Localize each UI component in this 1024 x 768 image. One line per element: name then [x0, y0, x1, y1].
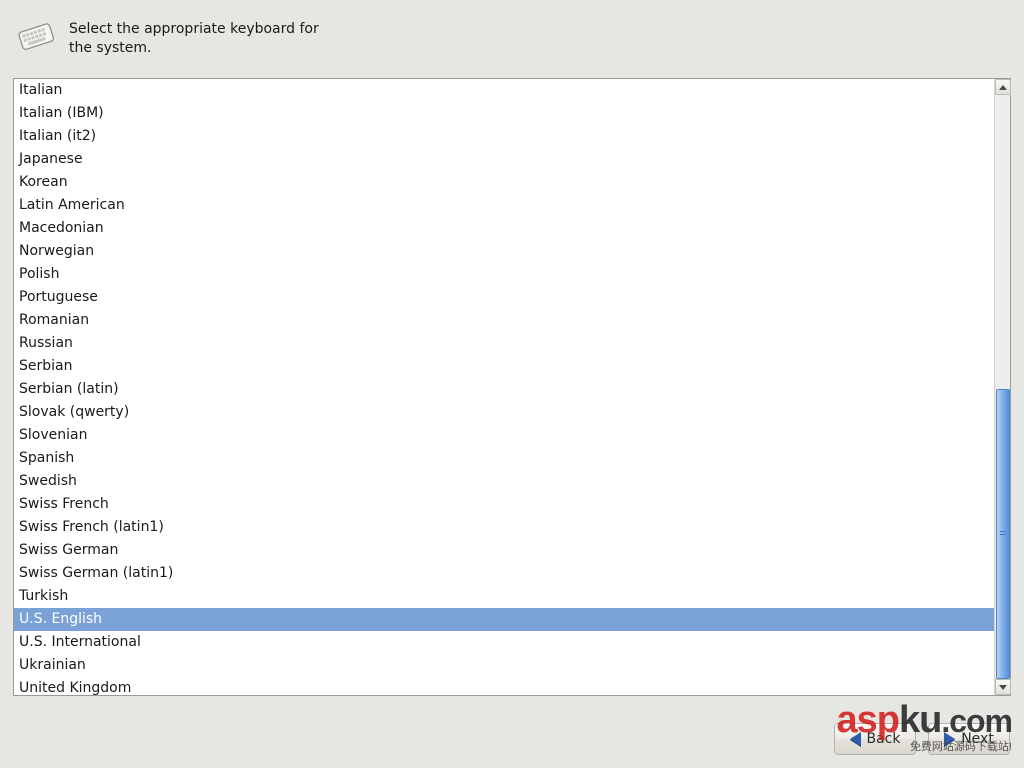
- keyboard-option[interactable]: Swiss French: [14, 493, 994, 516]
- keyboard-option[interactable]: Portuguese: [14, 286, 994, 309]
- keyboard-option[interactable]: Russian: [14, 332, 994, 355]
- arrow-left-icon: [850, 732, 861, 746]
- keyboard-option[interactable]: Korean: [14, 171, 994, 194]
- keyboard-option[interactable]: Latin American: [14, 194, 994, 217]
- keyboard-option[interactable]: Swiss German (latin1): [14, 562, 994, 585]
- keyboard-option-label: Italian (it2): [19, 128, 96, 144]
- keyboard-option[interactable]: Polish: [14, 263, 994, 286]
- keyboard-option-label: U.S. English: [19, 611, 102, 627]
- keyboard-option-label: Swedish: [19, 473, 77, 489]
- keyboard-option[interactable]: Slovak (qwerty): [14, 401, 994, 424]
- keyboard-option[interactable]: Italian: [14, 79, 994, 102]
- keyboard-option-label: Spanish: [19, 450, 74, 466]
- keyboard-option[interactable]: Romanian: [14, 309, 994, 332]
- keyboard-option[interactable]: Serbian (latin): [14, 378, 994, 401]
- keyboard-option-label: Italian (IBM): [19, 105, 104, 121]
- next-button-label: Next: [961, 731, 994, 747]
- keyboard-option-label: Portuguese: [19, 289, 98, 305]
- keyboard-option-label: U.S. International: [19, 634, 141, 650]
- keyboard-option[interactable]: Norwegian: [14, 240, 994, 263]
- keyboard-option[interactable]: Italian (IBM): [14, 102, 994, 125]
- keyboard-option-label: Swiss French: [19, 496, 109, 512]
- keyboard-option[interactable]: Turkish: [14, 585, 994, 608]
- keyboard-option[interactable]: U.S. English: [14, 608, 994, 631]
- keyboard-option-label: Macedonian: [19, 220, 104, 236]
- keyboard-option-label: Turkish: [19, 588, 68, 604]
- keyboard-option-label: Swiss German: [19, 542, 118, 558]
- scroll-down-button[interactable]: [995, 679, 1011, 695]
- keyboard-option-label: Polish: [19, 266, 59, 282]
- back-button[interactable]: Back: [834, 723, 916, 755]
- keyboard-option-label: Serbian: [19, 358, 72, 374]
- keyboard-option-label: United Kingdom: [19, 680, 131, 695]
- instruction-text: Select the appropriate keyboard for the …: [69, 18, 339, 58]
- back-button-label: Back: [867, 731, 901, 747]
- keyboard-option[interactable]: Slovenian: [14, 424, 994, 447]
- footer: Back Next: [0, 710, 1024, 768]
- keyboard-option-label: Latin American: [19, 197, 125, 213]
- keyboard-option[interactable]: Ukrainian: [14, 654, 994, 677]
- keyboard-option-label: Serbian (latin): [19, 381, 119, 397]
- keyboard-option-label: Korean: [19, 174, 68, 190]
- installer-keyboard-page: Select the appropriate keyboard for the …: [0, 0, 1024, 768]
- keyboard-option-label: Slovenian: [19, 427, 87, 443]
- keyboard-option-label: Swiss German (latin1): [19, 565, 173, 581]
- scroll-up-button[interactable]: [995, 79, 1011, 95]
- keyboard-option-label: Romanian: [19, 312, 89, 328]
- keyboard-option-label: Slovak (qwerty): [19, 404, 129, 420]
- keyboard-option[interactable]: Spanish: [14, 447, 994, 470]
- keyboard-option-label: Norwegian: [19, 243, 94, 259]
- scrollbar[interactable]: [994, 79, 1010, 695]
- keyboard-option[interactable]: United Kingdom: [14, 677, 994, 695]
- next-button[interactable]: Next: [928, 723, 1010, 755]
- keyboard-option-label: Swiss French (latin1): [19, 519, 164, 535]
- keyboard-option[interactable]: Japanese: [14, 148, 994, 171]
- keyboard-list-container: Italian Italian (IBM) Italian (it2) Japanes…: [13, 78, 1011, 696]
- header: Select the appropriate keyboard for the …: [0, 0, 1024, 70]
- keyboard-option[interactable]: Italian (it2): [14, 125, 994, 148]
- keyboard-option-label: Russian: [19, 335, 73, 351]
- scroll-thumb[interactable]: [996, 389, 1010, 679]
- keyboard-option[interactable]: Macedonian: [14, 217, 994, 240]
- keyboard-list[interactable]: Italian Italian (IBM) Italian (it2) Japanes…: [14, 79, 994, 695]
- keyboard-option[interactable]: Swiss French (latin1): [14, 516, 994, 539]
- keyboard-option-label: Ukrainian: [19, 657, 86, 673]
- keyboard-option-label: Italian: [19, 82, 62, 98]
- keyboard-option[interactable]: Swiss German: [14, 539, 994, 562]
- keyboard-option[interactable]: Swedish: [14, 470, 994, 493]
- keyboard-option[interactable]: Serbian: [14, 355, 994, 378]
- keyboard-option-label: Japanese: [19, 151, 83, 167]
- keyboard-icon: [15, 18, 55, 54]
- arrow-right-icon: [944, 732, 955, 746]
- keyboard-option[interactable]: U.S. International: [14, 631, 994, 654]
